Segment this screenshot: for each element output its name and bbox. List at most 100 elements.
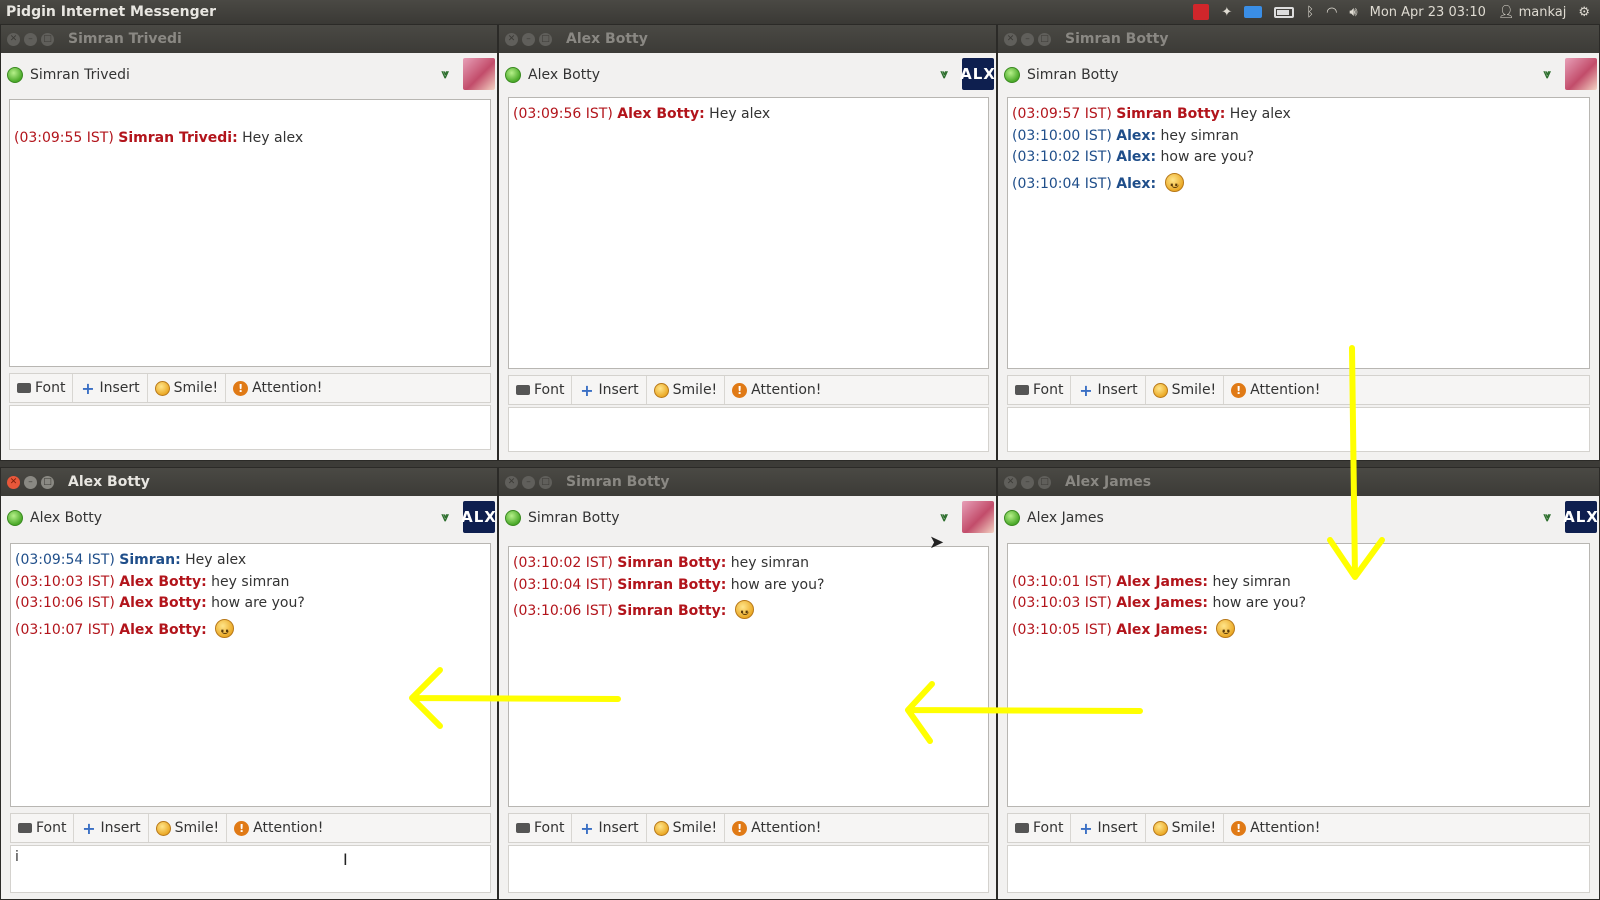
dropbox-icon[interactable]: ✦ — [1221, 5, 1232, 20]
message-sender: Alex James: — [1116, 621, 1208, 638]
chat-message: (03:10:01 IST) Alex James: hey simran — [1012, 572, 1585, 594]
conversation-header: Simran Botty ⩔ — [499, 496, 996, 540]
maximize-icon[interactable]: □ — [539, 475, 552, 489]
volume-icon[interactable]: 🔊︎ — [1349, 5, 1357, 20]
conversation-log[interactable]: (03:09:54 IST) Simran: Hey alex (03:10:0… — [10, 543, 491, 807]
attention-button[interactable]: ! Attention! — [1224, 814, 1327, 842]
buddy-name[interactable]: Alex James — [1027, 510, 1104, 526]
smile-button[interactable]: Smile! — [148, 374, 227, 402]
message-entry[interactable] — [1007, 407, 1590, 452]
conversation-log[interactable]: (03:09:56 IST) Alex Botty: Hey alex — [508, 97, 989, 369]
smile-button[interactable]: Smile! — [647, 814, 726, 842]
chat-message: (03:10:04 IST) Alex: — [1012, 169, 1585, 201]
insert-button[interactable]: + Insert — [572, 376, 647, 404]
font-button[interactable]: Font — [1008, 814, 1072, 842]
font-button[interactable]: Font — [10, 374, 74, 402]
maximize-icon[interactable]: □ — [41, 32, 54, 46]
battery-icon[interactable] — [1274, 6, 1295, 18]
insert-button[interactable]: + Insert — [1071, 376, 1146, 404]
maximize-icon[interactable]: □ — [1038, 32, 1051, 46]
bluetooth-icon[interactable]: ᛒ — [1306, 5, 1314, 20]
attention-button[interactable]: ! Attention! — [725, 376, 828, 404]
message-entry[interactable] — [508, 845, 989, 893]
minimize-icon[interactable]: – — [1021, 475, 1034, 489]
message-text: Hey alex — [1229, 106, 1291, 122]
message-entry[interactable] — [9, 405, 491, 450]
buddy-name[interactable]: Simran Trivedi — [30, 67, 130, 83]
top-panel: Pidgin Internet Messenger ✦ ᛒ ◠ 🔊︎ Mon A… — [0, 0, 1600, 24]
font-label: Font — [1033, 382, 1064, 398]
wifi-icon[interactable]: ◠ — [1326, 5, 1337, 20]
attention-button[interactable]: ! Attention! — [1224, 376, 1327, 404]
close-icon[interactable]: ✕ — [7, 32, 20, 46]
buddy-avatar[interactable]: ALX — [1563, 501, 1598, 533]
minimize-icon[interactable]: – — [522, 475, 535, 489]
gear-icon[interactable]: ⚙ — [1578, 5, 1590, 20]
window-titlebar[interactable]: ✕ – □ Simran Trivedi — [1, 25, 497, 53]
attention-button[interactable]: ! Attention! — [227, 814, 330, 842]
window-titlebar[interactable]: ✕ – □ Alex Botty — [499, 25, 996, 53]
minimize-icon[interactable]: – — [24, 475, 37, 489]
window-title: Simran Botty — [1065, 31, 1169, 47]
red-indicator-icon[interactable] — [1193, 4, 1210, 20]
chat-message: (03:10:06 IST) Alex Botty: how are you? — [15, 593, 486, 615]
smile-button[interactable]: Smile! — [647, 376, 726, 404]
buddy-name[interactable]: Simran Botty — [528, 510, 620, 526]
window-titlebar[interactable]: ✕ – □ Alex James — [998, 468, 1599, 496]
minimize-icon[interactable]: – — [522, 32, 535, 46]
buddy-name[interactable]: Alex Botty — [30, 510, 102, 526]
protocol-icon: ⩔ — [940, 67, 948, 82]
attention-button[interactable]: ! Attention! — [725, 814, 828, 842]
mail-icon[interactable] — [1244, 6, 1263, 18]
close-icon[interactable]: ✕ — [505, 32, 518, 46]
font-button[interactable]: Font — [509, 376, 573, 404]
message-entry[interactable] — [508, 407, 989, 452]
font-button[interactable]: Font — [1008, 376, 1072, 404]
buddy-avatar[interactable]: ALX — [461, 501, 496, 533]
close-icon[interactable]: ✕ — [1004, 475, 1017, 489]
minimize-icon[interactable]: – — [1021, 32, 1034, 46]
buddy-name[interactable]: Simran Botty — [1027, 67, 1119, 83]
insert-button[interactable]: + Insert — [74, 814, 149, 842]
message-text: Hey alex — [242, 129, 304, 146]
buddy-avatar[interactable]: ALX — [960, 58, 995, 90]
conversation-log[interactable]: (03:10:01 IST) Alex James: hey simran (0… — [1007, 543, 1590, 807]
font-button[interactable]: Font — [11, 814, 75, 842]
maximize-icon[interactable]: □ — [1038, 475, 1051, 489]
log-spacer — [1012, 550, 1585, 572]
user-menu[interactable]: 👤︎ mankaj — [1498, 5, 1566, 20]
conversation-log[interactable]: (03:09:57 IST) Simran Botty: Hey alex (0… — [1007, 97, 1590, 369]
conversation-log[interactable]: (03:10:02 IST) Simran Botty: hey simran … — [508, 546, 989, 807]
maximize-icon[interactable]: □ — [539, 32, 552, 46]
attention-button[interactable]: ! Attention! — [226, 374, 329, 402]
conversation-log[interactable]: (03:09:55 IST) Simran Trivedi: Hey alex — [9, 99, 491, 367]
text-cursor-icon: Ι — [343, 850, 348, 869]
smile-button[interactable]: Smile! — [149, 814, 228, 842]
maximize-icon[interactable]: □ — [41, 475, 54, 489]
font-label: Font — [35, 380, 66, 396]
attention-icon: ! — [1231, 382, 1247, 398]
buddy-name[interactable]: Alex Botty — [528, 67, 600, 83]
insert-button[interactable]: + Insert — [73, 374, 148, 402]
minimize-icon[interactable]: – — [24, 32, 37, 46]
message-entry[interactable]: i Ι — [10, 845, 491, 893]
insert-button[interactable]: + Insert — [572, 814, 647, 842]
message-entry[interactable] — [1007, 845, 1590, 893]
close-icon[interactable]: ✕ — [7, 475, 20, 489]
font-button[interactable]: Font — [509, 814, 573, 842]
clock[interactable]: Mon Apr 23 03:10 — [1370, 5, 1486, 20]
smile-button[interactable]: Smile! — [1146, 814, 1225, 842]
message-sender: Alex: — [1116, 149, 1157, 165]
window-titlebar[interactable]: ✕ – □ Alex Botty — [1, 468, 497, 496]
smile-button[interactable]: Smile! — [1146, 376, 1225, 404]
window-titlebar[interactable]: ✕ – □ Simran Botty — [499, 468, 996, 496]
buddy-avatar[interactable] — [1565, 58, 1597, 90]
message-text: hey simran — [211, 573, 290, 590]
attention-label: Attention! — [252, 380, 323, 396]
window-titlebar[interactable]: ✕ – □ Simran Botty — [998, 25, 1599, 53]
insert-button[interactable]: + Insert — [1071, 814, 1146, 842]
buddy-avatar[interactable] — [962, 501, 994, 533]
close-icon[interactable]: ✕ — [505, 475, 518, 489]
close-icon[interactable]: ✕ — [1004, 32, 1017, 46]
buddy-avatar[interactable] — [463, 58, 495, 90]
